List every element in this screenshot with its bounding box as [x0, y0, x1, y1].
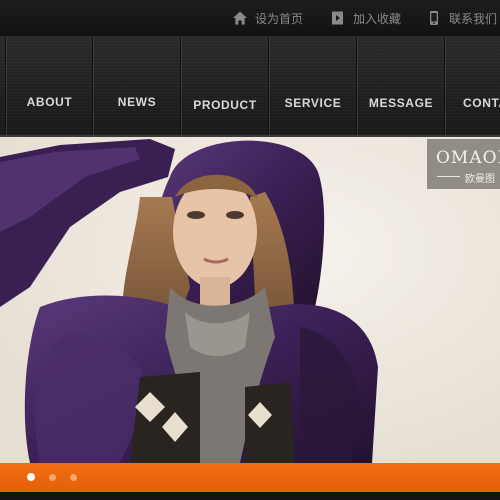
set-homepage-label: 设为首页 — [255, 11, 304, 26]
model-photo — [0, 137, 500, 463]
nav-item-label: NEWS — [117, 95, 157, 109]
nav-item-contact[interactable]: CONTA — [444, 37, 500, 135]
brand-divider — [437, 176, 460, 177]
add-favorite-label: 加入收藏 — [353, 11, 402, 26]
nav-item-label: MESSAGE — [368, 96, 434, 110]
brand-logo-badge: OMAON 欧曼图 — [427, 139, 500, 189]
contact-us-link[interactable]: 联系我们 — [426, 0, 497, 36]
nav-item-message[interactable]: MESSAGE — [356, 37, 445, 135]
slide-dot-2[interactable] — [49, 474, 56, 481]
nav-item-label: SERVICE — [284, 96, 342, 110]
hero-banner[interactable]: OMAON 欧曼图 — [0, 137, 500, 463]
set-homepage-link[interactable]: 设为首页 — [232, 0, 303, 36]
main-nav: ABOUT NEWS PRODUCT SERVICE MESSAGE CONTA — [0, 37, 500, 137]
footer-strip — [0, 492, 500, 500]
add-favorite-link[interactable]: 加入收藏 — [330, 0, 401, 36]
nav-item-product[interactable]: PRODUCT — [180, 37, 269, 135]
slide-dot-3[interactable] — [70, 474, 77, 481]
nav-divider — [0, 37, 1, 135]
contact-us-label: 联系我们 — [449, 11, 498, 26]
nav-item-service[interactable]: SERVICE — [268, 37, 357, 135]
nav-item-about[interactable]: ABOUT — [5, 37, 93, 135]
nav-item-label: ABOUT — [26, 95, 73, 109]
slide-dot-1[interactable] — [27, 473, 35, 481]
nav-item-news[interactable]: NEWS — [92, 37, 181, 135]
bookmark-add-icon — [332, 11, 343, 25]
nav-item-label: PRODUCT — [193, 98, 257, 112]
nav-item-label: CONTA — [463, 96, 500, 110]
brand-subtitle: 欧曼图 — [465, 174, 495, 185]
home-icon — [233, 11, 247, 25]
brand-name: OMAON — [436, 148, 500, 168]
slider-control-bar — [0, 463, 500, 492]
phone-icon — [430, 11, 438, 25]
top-utility-bar: 设为首页 加入收藏 联系我们 — [0, 0, 500, 37]
